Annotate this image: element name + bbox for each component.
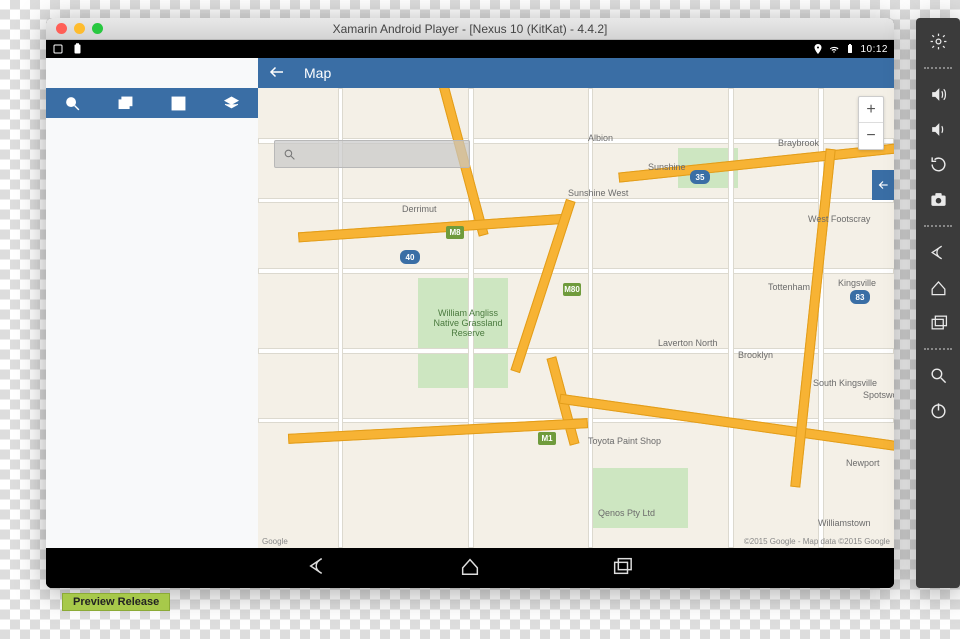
volume-down-icon	[929, 120, 948, 139]
map-label: West Footscray	[808, 214, 870, 224]
emulator-home-button[interactable]	[916, 278, 960, 297]
map-label: Sunshine	[648, 162, 686, 172]
layers-icon	[223, 95, 240, 112]
zoom-window-button[interactable]	[92, 23, 103, 34]
android-device-screen: 10:12	[46, 40, 894, 588]
toolbar-back-button[interactable]	[268, 63, 286, 84]
close-window-button[interactable]	[56, 23, 67, 34]
map-label: Williamstown	[818, 518, 871, 528]
map-canvas[interactable]: Albion Sunshine Sunshine West Braybrook …	[258, 88, 894, 548]
android-back-icon	[929, 243, 948, 262]
map-label: Derrimut	[402, 204, 437, 214]
separator	[924, 225, 952, 227]
right-pane: Map	[258, 58, 894, 548]
map-label: South Kingsville	[813, 378, 877, 388]
map-label: Kingsville	[838, 278, 876, 288]
traffic-lights	[46, 23, 103, 34]
map-label: William Angliss Native Grassland Reserve	[428, 308, 508, 338]
grid-icon	[170, 95, 187, 112]
emulator-search-button[interactable]	[916, 366, 960, 385]
arrow-left-icon	[268, 63, 286, 81]
location-icon	[812, 43, 824, 55]
android-back-button[interactable]	[307, 555, 329, 582]
map-search-field[interactable]	[274, 140, 470, 168]
app-toolbar: Map	[258, 58, 894, 88]
map-poi: Toyota Paint Shop	[588, 436, 661, 446]
map-label: Newport	[846, 458, 880, 468]
map-zoom-controls: + −	[858, 96, 884, 150]
emulator-volume-down-button[interactable]	[916, 120, 960, 139]
emulator-controls-sidebar	[916, 18, 960, 588]
map-label: Spotswood	[863, 390, 894, 400]
separator	[924, 348, 952, 350]
emulator-camera-button[interactable]	[916, 190, 960, 209]
emulator-window: Xamarin Android Player - [Nexus 10 (KitK…	[46, 18, 894, 588]
android-back-icon	[307, 555, 329, 577]
window-title: Xamarin Android Player - [Nexus 10 (KitK…	[333, 22, 608, 36]
toolbar-title: Map	[304, 65, 331, 81]
statusbar-app-icon	[52, 43, 64, 55]
preview-release-badge: Preview Release	[62, 593, 170, 611]
map-label: Brooklyn	[738, 350, 773, 360]
left-pane-header	[46, 58, 258, 88]
map-search-input[interactable]	[302, 147, 461, 161]
map-label: Albion	[588, 133, 613, 143]
route-badge: 35	[690, 170, 710, 184]
emulator-power-button[interactable]	[916, 401, 960, 420]
map-poi: Qenos Pty Ltd	[598, 508, 655, 518]
left-tab-bar	[46, 88, 258, 118]
side-drawer-handle[interactable]	[872, 170, 894, 200]
camera-icon	[929, 190, 948, 209]
search-icon	[929, 366, 948, 385]
gear-icon	[929, 32, 948, 51]
route-badge: 83	[850, 290, 870, 304]
map-attribution-right: ©2015 Google - Map data ©2015 Google	[744, 537, 890, 546]
left-tab-grid[interactable]	[152, 88, 205, 118]
mac-titlebar: Xamarin Android Player - [Nexus 10 (KitK…	[46, 18, 894, 40]
route-badge: M1	[538, 432, 556, 445]
left-tab-layers[interactable]	[205, 88, 258, 118]
android-navbar	[46, 548, 894, 588]
emulator-volume-up-button[interactable]	[916, 85, 960, 104]
route-badge: M8	[446, 226, 464, 239]
route-badge: M80	[563, 283, 581, 296]
app-content: Map	[46, 58, 894, 548]
search-icon	[64, 95, 81, 112]
map-label: Tottenham	[768, 282, 810, 292]
map-label: Sunshine West	[568, 188, 628, 198]
android-statusbar: 10:12	[46, 40, 894, 58]
volume-up-icon	[929, 85, 948, 104]
separator	[924, 67, 952, 69]
left-tab-windows[interactable]	[99, 88, 152, 118]
zoom-in-button[interactable]: +	[859, 97, 883, 123]
power-icon	[929, 401, 948, 420]
map-label: Laverton North	[658, 338, 718, 348]
wifi-icon	[828, 43, 840, 55]
statusbar-storage-icon	[72, 43, 84, 55]
map-attribution-left: Google	[262, 537, 288, 546]
android-recents-icon	[611, 555, 633, 577]
android-home-button[interactable]	[459, 555, 481, 582]
zoom-out-button[interactable]: −	[859, 123, 883, 149]
emulator-back-button[interactable]	[916, 243, 960, 262]
minimize-window-button[interactable]	[74, 23, 85, 34]
left-tab-search[interactable]	[46, 88, 99, 118]
android-home-icon	[459, 555, 481, 577]
route-badge: 40	[400, 250, 420, 264]
emulator-settings-button[interactable]	[916, 32, 960, 51]
battery-icon	[844, 43, 856, 55]
emulator-recents-button[interactable]	[916, 313, 960, 332]
map-label: Braybrook	[778, 138, 819, 148]
android-recents-button[interactable]	[611, 555, 633, 582]
android-home-icon	[929, 278, 948, 297]
left-pane	[46, 58, 258, 548]
emulator-rotate-button[interactable]	[916, 155, 960, 174]
search-icon	[283, 148, 296, 161]
windows-icon	[117, 95, 134, 112]
arrow-left-icon	[876, 178, 890, 192]
android-recents-icon	[929, 313, 948, 332]
statusbar-time: 10:12	[860, 44, 888, 55]
rotate-ccw-icon	[929, 155, 948, 174]
